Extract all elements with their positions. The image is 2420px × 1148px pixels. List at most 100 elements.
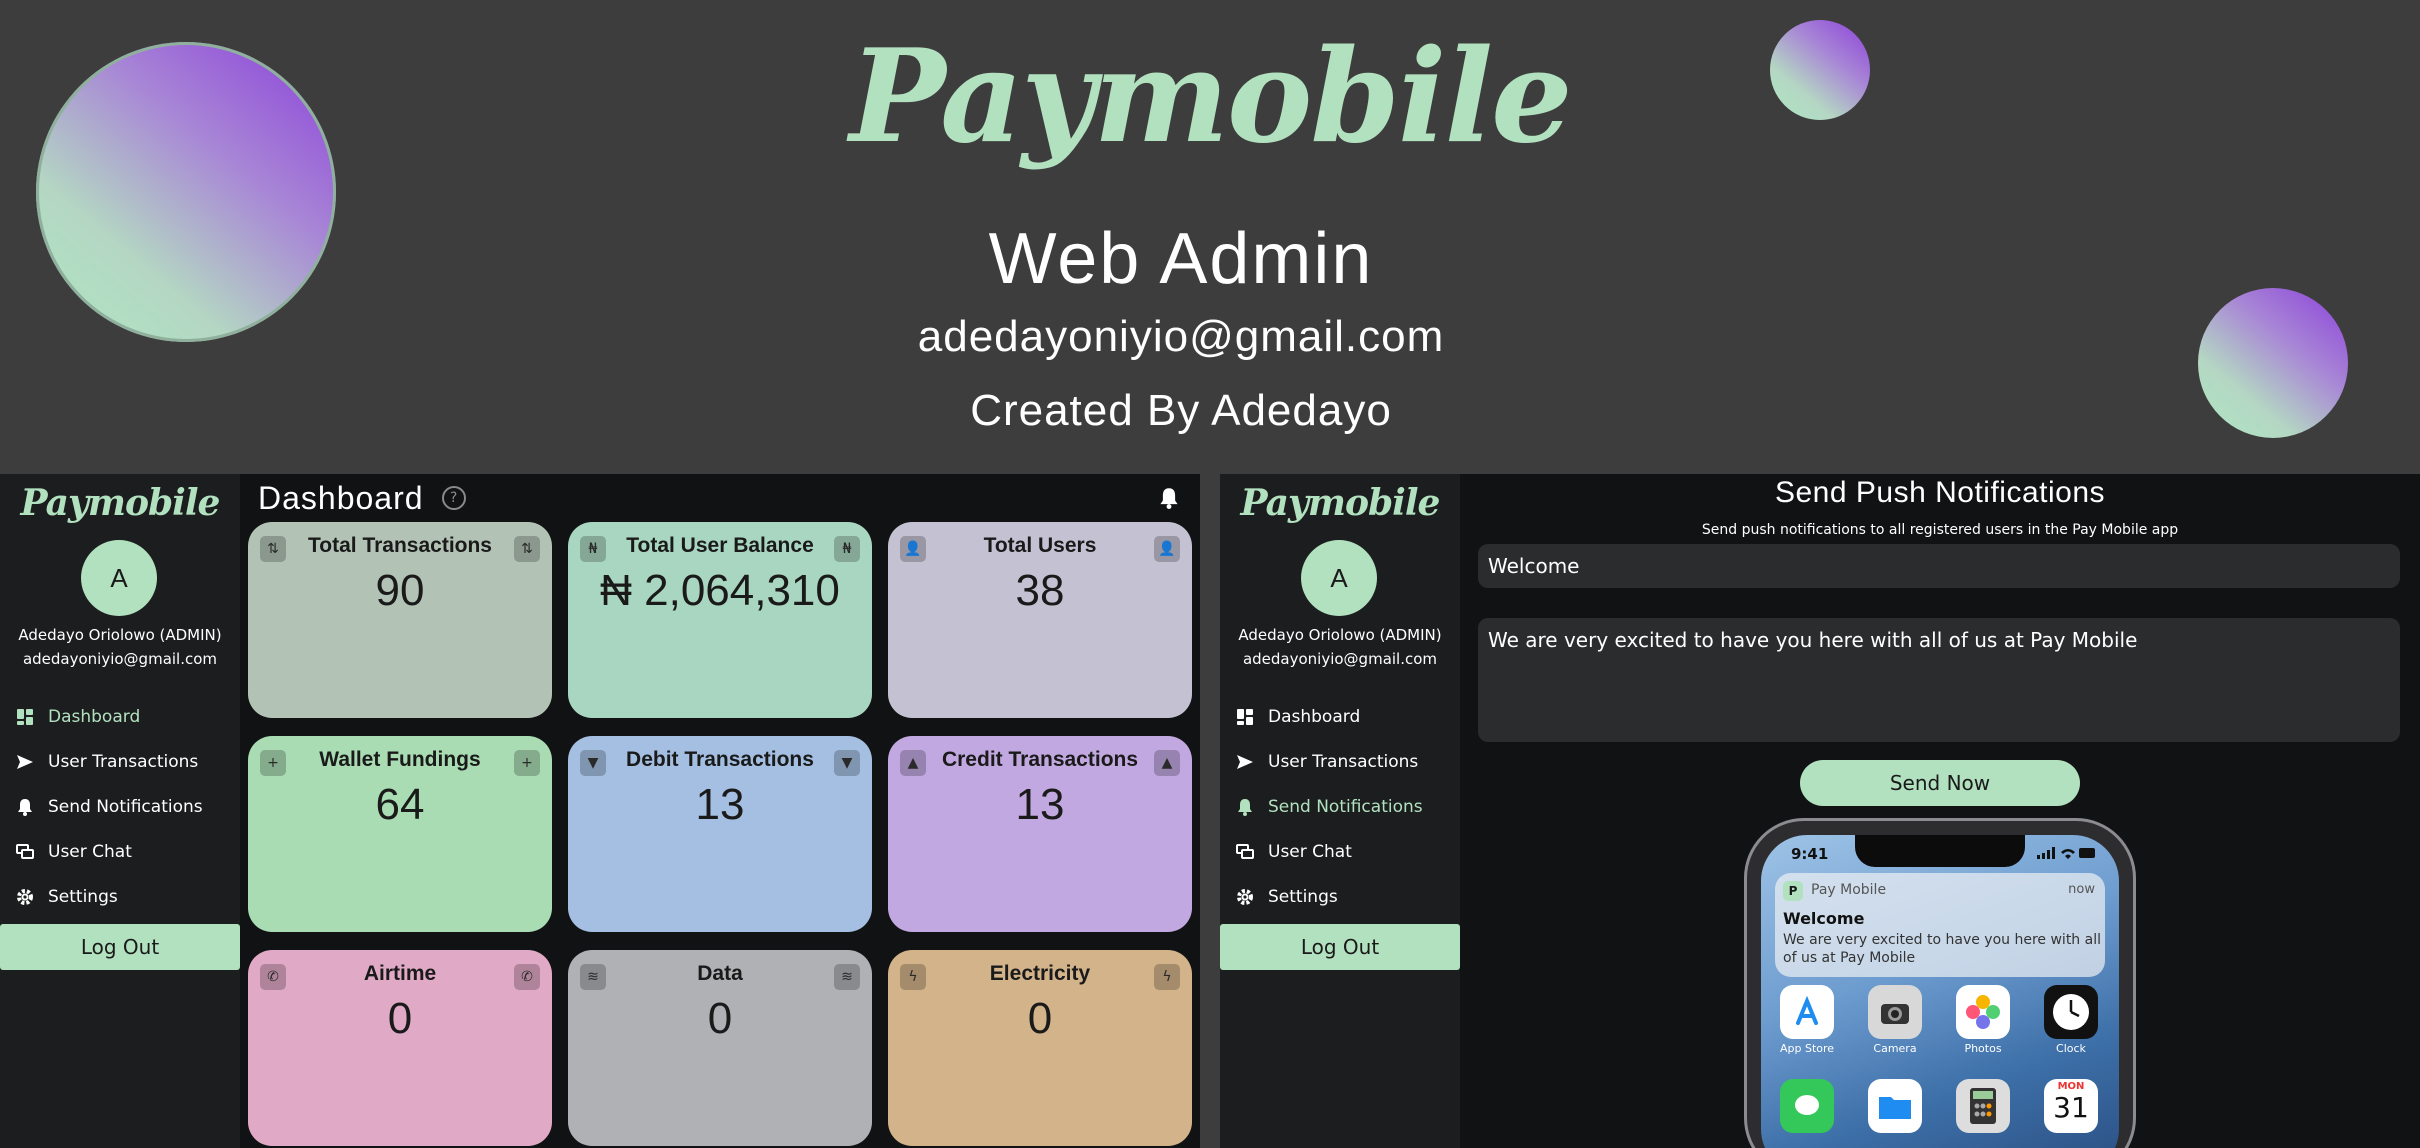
sidebar-item-label: User Chat xyxy=(1268,841,1352,862)
phone-screen: 9:41 P Pay Mobile now Welcome We are ver… xyxy=(1761,835,2119,1148)
sidebar-item-label: User Transactions xyxy=(1268,751,1419,772)
stat-card[interactable]: ⇅ ⇅ Total Transactions 90 xyxy=(248,522,552,718)
messages-app xyxy=(1777,1079,1837,1133)
send-now-button[interactable]: Send Now xyxy=(1800,760,2080,806)
stat-card-value: 0 xyxy=(387,994,413,1043)
user-email: adedayoniyio@gmail.com xyxy=(1242,650,1438,668)
clock-app: Clock xyxy=(2041,985,2101,1055)
sidebar-item-label: User Chat xyxy=(48,841,132,862)
stat-card[interactable]: ▼ ▼ Debit Transactions 13 xyxy=(568,736,872,932)
sidebar-item-dashboard[interactable]: Dashboard xyxy=(1220,694,1460,739)
stat-card-value: ₦ 2,064,310 xyxy=(600,566,840,615)
stat-card-label: Wallet Fundings xyxy=(319,748,481,771)
hero-credit: Created By Adedayo xyxy=(970,386,1392,435)
stat-card-label: Total Users xyxy=(983,534,1097,557)
help-icon[interactable]: ? xyxy=(441,486,466,510)
stat-card[interactable]: ✆ ✆ Airtime 0 xyxy=(248,950,552,1146)
clock-icon xyxy=(2044,985,2098,1039)
hero-banner: Paymobile Web Admin adedayoniyio@gmail.c… xyxy=(0,0,2420,474)
dashboard-header: Dashboard ? xyxy=(258,478,466,518)
page-subtitle: Send push notifications to all registere… xyxy=(1701,522,2179,538)
phone-notch xyxy=(1855,835,2025,867)
sidebar-logo[interactable]: Paymobile xyxy=(1220,482,1460,524)
stat-card[interactable]: + + Wallet Fundings 64 xyxy=(248,736,552,932)
dashboard-icon xyxy=(1236,708,1254,726)
stat-card-value: 90 xyxy=(375,566,425,615)
sidebar-item-label: Dashboard xyxy=(48,706,141,727)
dashboard-screen: Paymobile A Adedayo Oriolowo (ADMIN) ade… xyxy=(0,474,1200,1148)
user-name: Adedayo Oriolowo (ADMIN) xyxy=(18,626,222,644)
sidebar-item-label: Dashboard xyxy=(1268,706,1361,727)
stat-card[interactable]: ≋ ≋ Data 0 xyxy=(568,950,872,1146)
chat-icon xyxy=(1236,843,1254,861)
calculator-icon xyxy=(1956,1079,2010,1133)
notification-body: We are very excited to have you here wit… xyxy=(1783,932,2101,966)
notification-title-input[interactable]: Welcome xyxy=(1478,544,2400,588)
panel-divider xyxy=(1200,474,1220,1148)
hero-title: Web Admin xyxy=(988,219,1374,299)
sidebar-item-user-transactions[interactable]: User Transactions xyxy=(0,739,240,784)
notification-title: Welcome xyxy=(1783,909,1865,928)
paymobile-app-icon: P xyxy=(1783,881,1803,901)
dashboard-icon xyxy=(16,708,34,726)
calendar-icon: MON 31 xyxy=(2044,1079,2098,1133)
sidebar-item-settings[interactable]: Settings xyxy=(1220,874,1460,919)
sidebar: Paymobile A Adedayo Oriolowo (ADMIN) ade… xyxy=(0,474,240,1148)
sidebar-item-user-chat[interactable]: User Chat xyxy=(0,829,240,874)
stat-card-label: Total Transactions xyxy=(308,534,492,557)
sidebar-item-label: Send Notifications xyxy=(48,796,203,817)
sidebar-logo[interactable]: Paymobile xyxy=(0,482,240,524)
send-icon xyxy=(1236,753,1254,771)
files-app xyxy=(1865,1079,1925,1133)
user-name: Adedayo Oriolowo (ADMIN) xyxy=(1238,626,1442,644)
camera-icon xyxy=(1868,985,1922,1039)
photos-icon xyxy=(1956,985,2010,1039)
logout-button[interactable]: Log Out xyxy=(0,924,240,970)
sidebar-item-send-notifications[interactable]: Send Notifications xyxy=(0,784,240,829)
calculator-app xyxy=(1953,1079,2013,1133)
sidebar-nav: Dashboard User Transactions Send Notific… xyxy=(1220,694,1460,919)
messages-icon xyxy=(1780,1079,1834,1133)
stat-card-label: Credit Transactions xyxy=(941,748,1139,771)
notifications-screen: Paymobile A Adedayo Oriolowo (ADMIN) ade… xyxy=(1220,474,2420,1148)
notification-body-textarea[interactable]: We are very excited to have you here wit… xyxy=(1478,618,2400,742)
stat-card[interactable]: ▲ ▲ Credit Transactions 13 xyxy=(888,736,1192,932)
sidebar-item-dashboard[interactable]: Dashboard xyxy=(0,694,240,739)
stat-card-value: 38 xyxy=(1015,566,1065,615)
app-label: App Store xyxy=(1779,1042,1835,1055)
hero-logo: Paymobile xyxy=(849,22,1572,172)
bell-icon[interactable] xyxy=(1158,486,1180,510)
user-email: adedayoniyio@gmail.com xyxy=(22,650,218,668)
sidebar-item-settings[interactable]: Settings xyxy=(0,874,240,919)
files-icon xyxy=(1868,1079,1922,1133)
calendar-app: MON 31 xyxy=(2041,1079,2101,1133)
camera-app: Camera xyxy=(1865,985,1925,1055)
avatar: A xyxy=(81,540,157,616)
notification-time: now xyxy=(2068,882,2095,897)
send-icon xyxy=(16,753,34,771)
app-store-app: App Store xyxy=(1777,985,1837,1055)
sidebar-item-user-chat[interactable]: User Chat xyxy=(1220,829,1460,874)
logout-button[interactable]: Log Out xyxy=(1220,924,1460,970)
sidebar-item-label: Settings xyxy=(1268,886,1338,907)
stat-card[interactable]: ϟ ϟ Electricity 0 xyxy=(888,950,1192,1146)
chat-icon xyxy=(16,843,34,861)
sidebar-item-label: Settings xyxy=(48,886,118,907)
stat-card-label: Airtime xyxy=(363,962,437,985)
phone-preview: 9:41 P Pay Mobile now Welcome We are ver… xyxy=(1744,818,2136,1148)
sidebar-item-send-notifications[interactable]: Send Notifications xyxy=(1220,784,1460,829)
calendar-date: 31 xyxy=(2053,1091,2089,1124)
stat-card-value: 0 xyxy=(1027,994,1053,1043)
stat-card[interactable]: 👤 👤 Total Users 38 xyxy=(888,522,1192,718)
push-notification-preview: P Pay Mobile now Welcome We are very exc… xyxy=(1775,873,2105,977)
hero-email: adedayoniyio@gmail.com xyxy=(917,312,1445,361)
app-label: Clock xyxy=(2056,1042,2086,1055)
gear-icon xyxy=(1236,888,1254,906)
sidebar: Paymobile A Adedayo Oriolowo (ADMIN) ade… xyxy=(1220,474,1460,1148)
sidebar-item-user-transactions[interactable]: User Transactions xyxy=(1220,739,1460,784)
photos-app: Photos xyxy=(1953,985,2013,1055)
stat-card-value: 13 xyxy=(695,780,745,829)
sidebar-item-label: User Transactions xyxy=(48,751,199,772)
stat-card-label: Total User Balance xyxy=(626,534,814,557)
stat-card[interactable]: ₦ ₦ Total User Balance ₦ 2,064,310 xyxy=(568,522,872,718)
